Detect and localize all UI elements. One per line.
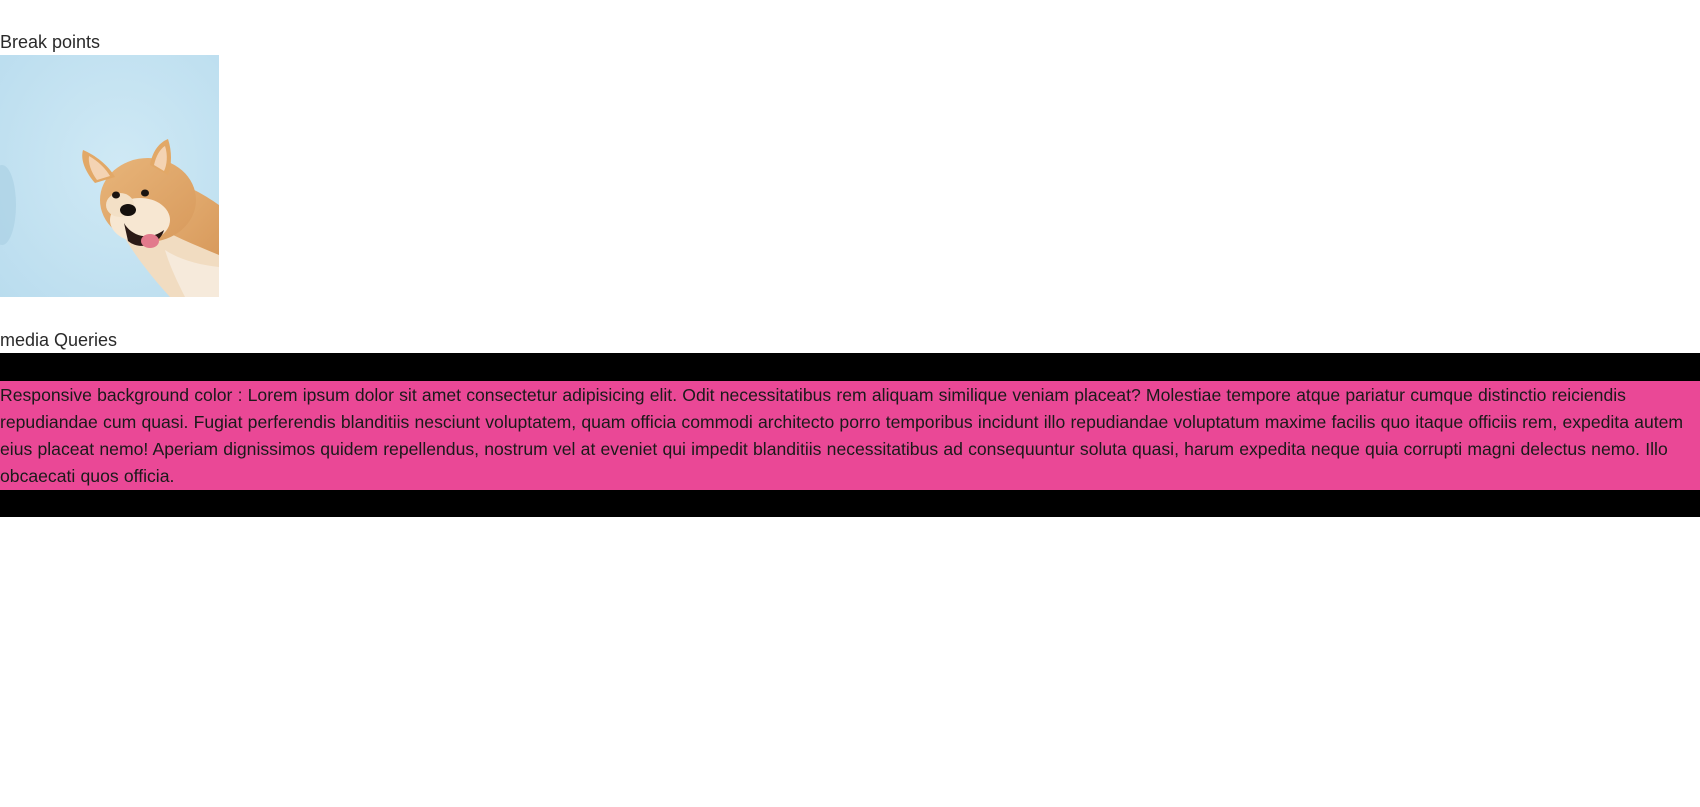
breakpoints-heading: Break points xyxy=(0,32,101,52)
responsive-block-bottom-border xyxy=(0,490,1700,517)
media-queries-heading: media Queries xyxy=(0,330,118,350)
dog-photo xyxy=(0,55,219,297)
responsive-block: Responsive background color : Lorem ipsu… xyxy=(0,381,1700,490)
page: Break points media Queries Responsive ba… xyxy=(0,0,1700,807)
responsive-block-text: Responsive background color : Lorem ipsu… xyxy=(0,385,1684,486)
responsive-block-top-border xyxy=(0,353,1700,381)
